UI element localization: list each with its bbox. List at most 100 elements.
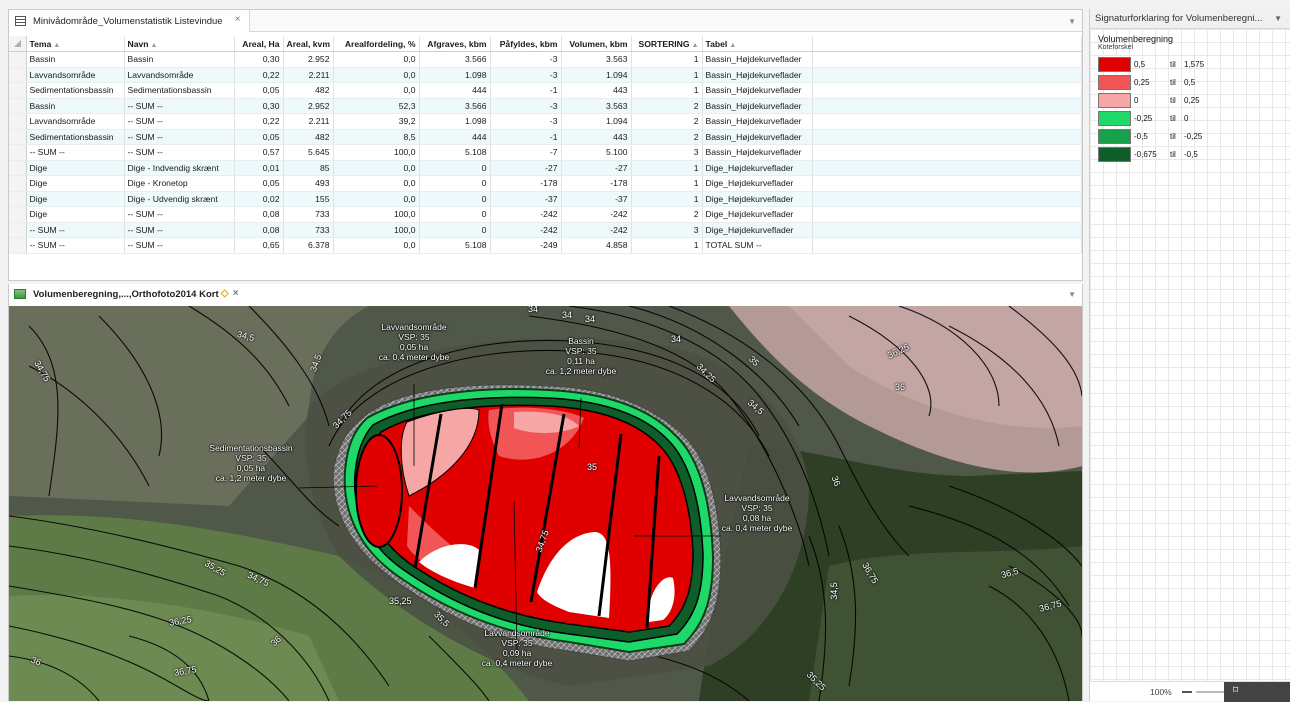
table-cell[interactable]: 0,05 [234,82,284,99]
table-cell[interactable]: 0 [419,160,491,176]
table-cell[interactable]: 443 [561,129,632,145]
table-row[interactable]: Bassin Bassin 0,30 2.952 0,0 3.566 -3 3.563 1 Bas… [9,51,1082,68]
row-header[interactable] [9,222,27,238]
table-cell[interactable]: Lavvandsområde [124,67,235,83]
map-canvas[interactable]: 34,5 34,75 34,5 34,75 34 34 34 34 34,25 … [9,306,1082,701]
table-cell[interactable]: -7 [490,144,562,161]
table-cell[interactable]: 0 [419,222,491,238]
table-cell[interactable]: -- SUM -- [124,98,235,114]
table-row[interactable]: -- SUM -- -- SUM -- 0,65 6.378 0,0 5.108 -249 4… [9,237,1082,254]
table-cell[interactable]: -- SUM -- [124,113,235,130]
table-row[interactable]: Sedimentationsbassin -- SUM -- 0,05 482 8,5 4… [9,129,1082,145]
zoom-slider[interactable] [1196,691,1224,693]
table-cell[interactable]: 155 [283,191,334,207]
table-cell[interactable]: Bassin [124,51,235,68]
column-header[interactable]: SORTERING ▲ [631,36,703,52]
table-cell[interactable]: 2 [631,98,703,114]
table-cell[interactable]: -- SUM -- [26,222,125,238]
table-cell[interactable]: 100,0 [333,144,420,161]
table-cell[interactable]: 3.563 [561,51,632,68]
table-cell[interactable]: 482 [283,129,334,145]
table-cell[interactable]: Bassin_Højdekurveflader [702,98,813,114]
tab-map[interactable]: Volumenberegning,...,Orthofoto2014 Kort … [9,284,241,304]
table-cell[interactable]: -1 [490,82,562,99]
table-cell[interactable]: 52,3 [333,98,420,114]
table-cell[interactable]: Bassin_Højdekurveflader [702,67,813,83]
table-cell[interactable]: -242 [490,206,562,223]
table-cell[interactable]: -178 [561,175,632,192]
table-cell[interactable]: 1 [631,82,703,99]
table-cell[interactable]: 0,0 [333,82,420,99]
table-cell[interactable]: 733 [283,206,334,223]
table-cell[interactable]: -- SUM -- [124,129,235,145]
table-cell[interactable]: -- SUM -- [124,144,235,161]
table-cell[interactable]: 2.211 [283,67,334,83]
row-header[interactable] [9,206,27,223]
row-header[interactable] [9,82,27,99]
row-header[interactable] [9,51,27,68]
table-cell[interactable]: -3 [490,113,562,130]
table-cell[interactable]: Sedimentationsbassin [26,82,125,99]
row-header[interactable] [9,175,27,192]
table-cell[interactable]: 39,2 [333,113,420,130]
table-cell[interactable]: 0 [419,206,491,223]
table-cell[interactable]: Dige [26,191,125,207]
table-cell[interactable]: 2.952 [283,98,334,114]
table-cell[interactable]: -- SUM -- [124,237,235,254]
close-icon[interactable]: × [235,14,241,25]
table-cell[interactable]: 5.645 [283,144,334,161]
table-cell[interactable]: Dige - Indvendig skrænt [124,160,235,176]
column-header[interactable]: Areal, kvm [283,36,334,52]
table-cell[interactable]: 3.563 [561,98,632,114]
table-cell[interactable]: Dige - Kronetop [124,175,235,192]
table-cell[interactable]: 733 [283,222,334,238]
row-header[interactable] [9,98,27,114]
table-cell[interactable]: -242 [490,222,562,238]
table-cell[interactable]: -178 [490,175,562,192]
column-header[interactable]: Areal, Ha [234,36,284,52]
table-cell[interactable]: -1 [490,129,562,145]
table-cell[interactable]: -37 [561,191,632,207]
table-cell[interactable]: -- SUM -- [124,222,235,238]
table-cell[interactable]: 0,57 [234,144,284,161]
table-cell[interactable]: 3 [631,222,703,238]
column-header[interactable]: Volumen, kbm [561,36,632,52]
header-corner[interactable] [9,36,27,52]
table-cell[interactable]: 3.566 [419,98,491,114]
table-cell[interactable]: Dige_Højdekurveflader [702,206,813,223]
table-cell[interactable]: 100,0 [333,206,420,223]
table-cell[interactable]: TOTAL SUM -- [702,237,813,254]
table-cell[interactable]: 2 [631,206,703,223]
table-cell[interactable]: 85 [283,160,334,176]
table-cell[interactable]: 1.094 [561,67,632,83]
zoom-out-icon[interactable] [1182,691,1192,693]
table-cell[interactable]: 5.100 [561,144,632,161]
row-header[interactable] [9,113,27,130]
table-cell[interactable]: 0,05 [234,129,284,145]
table-cell[interactable]: 493 [283,175,334,192]
column-header[interactable]: Tema ▲ [26,36,125,52]
table-row[interactable]: Dige Dige - Udvendig skrænt 0,02 155 0,0 0 -37… [9,191,1082,207]
table-cell[interactable]: -242 [561,206,632,223]
legend-header[interactable]: Signaturforklaring for Volumenberegni...… [1090,9,1290,29]
table-row[interactable]: Dige Dige - Kronetop 0,05 493 0,0 0 -178 -178 1 D… [9,175,1082,192]
table-cell[interactable]: 482 [283,82,334,99]
table-cell[interactable]: 0,02 [234,191,284,207]
table-cell[interactable]: 0 [419,175,491,192]
table-cell[interactable]: 0,22 [234,67,284,83]
table-cell[interactable]: 0,0 [333,160,420,176]
table-cell[interactable]: -- SUM -- [26,237,125,254]
table-cell[interactable]: Lavvandsområde [26,67,125,83]
table-cell[interactable]: 8,5 [333,129,420,145]
dropdown-arrow-icon[interactable]: ▼ [1274,14,1282,23]
table-row[interactable]: -- SUM -- -- SUM -- 0,57 5.645 100,0 5.108 -7 5… [9,144,1082,161]
table-cell[interactable]: 0 [419,191,491,207]
table-cell[interactable]: 1.094 [561,113,632,130]
table-cell[interactable]: Dige_Højdekurveflader [702,222,813,238]
table-cell[interactable]: Bassin_Højdekurveflader [702,129,813,145]
table-cell[interactable]: 0,0 [333,237,420,254]
table-cell[interactable]: Dige [26,175,125,192]
column-header[interactable]: Arealfordeling, % [333,36,420,52]
table-cell[interactable]: -3 [490,67,562,83]
table-cell[interactable]: 1 [631,237,703,254]
